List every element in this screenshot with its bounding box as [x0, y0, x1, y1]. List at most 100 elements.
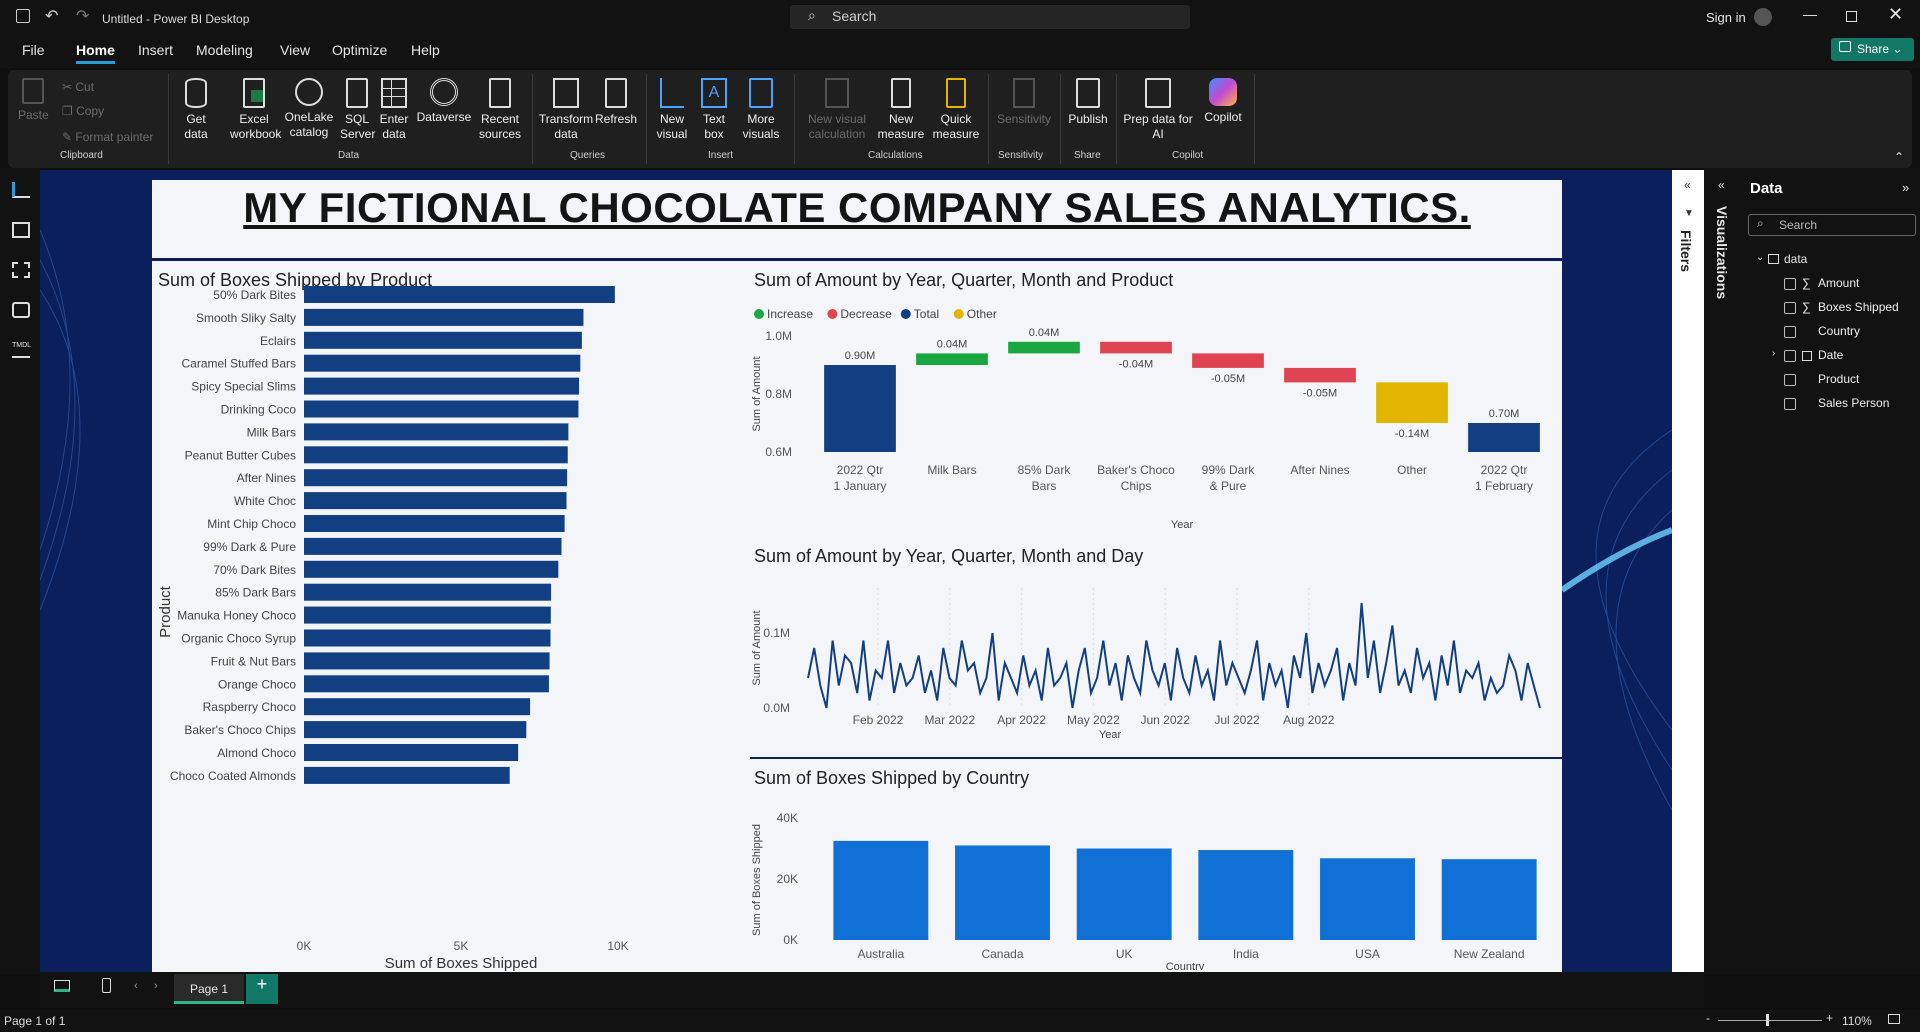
visualizations-pane-collapsed[interactable]: « Visualizations	[1704, 168, 1744, 974]
dax-query-view-icon[interactable]	[12, 302, 30, 318]
transform-label: Transform data	[538, 112, 594, 141]
account-icon[interactable]	[1754, 8, 1772, 26]
save-icon[interactable]	[16, 9, 30, 23]
recent-sources-button[interactable]: Recent sources	[474, 78, 526, 142]
dataverse-button[interactable]: Dataverse	[416, 78, 472, 125]
category-label: 2022 Qtr	[837, 463, 884, 477]
add-page-button[interactable]: +	[246, 974, 278, 1004]
table-view-icon[interactable]	[12, 222, 30, 238]
publish-button[interactable]: Publish	[1066, 78, 1110, 127]
checkbox[interactable]	[1784, 302, 1796, 314]
category-label: Baker's Choco	[1097, 463, 1175, 477]
desktop-layout-icon[interactable]	[54, 980, 70, 992]
checkbox[interactable]	[1784, 326, 1796, 338]
sign-in-link[interactable]: Sign in	[1706, 10, 1746, 25]
tab-help[interactable]: Help	[411, 42, 440, 58]
zoom-level[interactable]: 110%	[1842, 1014, 1872, 1028]
product-bar-chart[interactable]: 50% Dark Bites Smooth Sliky Salty Eclairs C…	[152, 272, 742, 972]
prep-data-for-ai-button[interactable]: Prep data for AI	[1122, 78, 1194, 142]
filters-pane-collapsed[interactable]: « ▼ Filters	[1672, 170, 1704, 974]
redo-icon[interactable]: ↷	[76, 6, 89, 26]
section-divider	[750, 757, 1562, 759]
data-label: 0.04M	[1029, 327, 1060, 339]
page-tab-1[interactable]: Page 1	[174, 974, 244, 1004]
next-page-icon[interactable]: ›	[154, 980, 158, 992]
collapse-data-pane-icon[interactable]: »	[1902, 180, 1909, 195]
waterfall-bar	[1100, 341, 1172, 354]
enter-data-button[interactable]: Enter data	[378, 78, 410, 142]
tab-home[interactable]: Home	[76, 42, 115, 64]
product-bar	[304, 469, 568, 487]
transform-data-button[interactable]: Transform data	[538, 78, 594, 142]
zoom-out-icon[interactable]: -	[1706, 1011, 1710, 1025]
onelake-catalog-button[interactable]: OneLake catalog	[284, 78, 334, 140]
fit-to-page-icon[interactable]	[1888, 1014, 1900, 1024]
expand-date-chevron-icon[interactable]: ›	[1772, 348, 1775, 359]
new-visual-button[interactable]: New visual	[654, 78, 690, 142]
undo-icon[interactable]: ↶	[45, 6, 58, 26]
table-icon	[1768, 254, 1779, 264]
copy-button[interactable]: ❐ Copy	[62, 104, 104, 119]
product-bar	[304, 331, 582, 349]
table-data[interactable]: data	[1784, 252, 1807, 266]
collapse-ribbon-icon[interactable]: ⌃	[1894, 150, 1904, 164]
expand-visualizations-icon[interactable]: «	[1718, 178, 1725, 192]
country-bar-chart[interactable]: 0K 20K 40K Australia Canada UK India USA New Zea…	[750, 790, 1558, 970]
excel-workbook-button[interactable]: Excel workbook	[230, 78, 281, 142]
new-measure-button[interactable]: New measure	[876, 78, 926, 142]
data-search-input[interactable]: ⌕ Search	[1748, 214, 1916, 236]
checkbox[interactable]	[1784, 278, 1796, 290]
product-bar	[304, 744, 519, 761]
tab-modeling[interactable]: Modeling	[196, 42, 253, 58]
tab-file[interactable]: File	[22, 42, 45, 58]
format-painter-icon: ✎	[62, 130, 76, 144]
field-label: Boxes Shipped	[1818, 300, 1899, 314]
checkbox[interactable]	[1784, 350, 1796, 362]
text-box-button[interactable]: A Text box	[698, 78, 730, 142]
expand-table-chevron-icon[interactable]: ⌄	[1756, 252, 1764, 263]
new-visual-calculation-button[interactable]: New visual calculation	[804, 78, 870, 142]
share-button[interactable]: Share ⌄	[1831, 38, 1914, 61]
mobile-layout-icon[interactable]	[102, 978, 111, 993]
country-bar	[1076, 848, 1172, 940]
product-label: Orange Choco	[218, 677, 296, 691]
paste-button[interactable]: Paste	[18, 78, 49, 123]
sensitivity-icon	[1013, 78, 1035, 108]
model-view-icon[interactable]	[12, 262, 30, 278]
zoom-slider-thumb[interactable]	[1766, 1014, 1769, 1026]
format-painter-button[interactable]: ✎ Format painter	[62, 130, 153, 145]
copilot-button[interactable]: Copilot	[1198, 78, 1248, 125]
product-bar	[304, 766, 510, 784]
line-chart[interactable]: 0.0M 0.1M Feb 2022 Mar 2022 Apr 2022 May 2022…	[750, 568, 1558, 738]
tab-optimize[interactable]: Optimize	[332, 42, 387, 58]
tab-insert[interactable]: Insert	[138, 42, 173, 58]
search-input[interactable]: ⌕ Search	[790, 5, 1190, 29]
sensitivity-button[interactable]: Sensitivity	[994, 78, 1054, 127]
get-data-button[interactable]: Get data	[178, 78, 214, 142]
zoom-slider[interactable]	[1718, 1020, 1822, 1021]
checkbox[interactable]	[1784, 374, 1796, 386]
title-divider	[152, 258, 1562, 261]
product-bar	[304, 583, 552, 601]
quick-measure-label: Quick measure	[932, 112, 980, 141]
report-view-icon[interactable]	[12, 182, 30, 198]
country-label: UK	[1116, 947, 1133, 961]
checkbox[interactable]	[1784, 398, 1796, 410]
more-visuals-button[interactable]: More visuals	[738, 78, 784, 142]
tmdl-view-icon[interactable]: TMDL	[12, 342, 31, 358]
expand-filters-icon[interactable]: «	[1684, 178, 1691, 192]
close-icon[interactable]: ✕	[1888, 4, 1903, 25]
restore-icon[interactable]	[1846, 11, 1857, 22]
minimize-icon[interactable]: —	[1803, 6, 1817, 22]
previous-page-icon[interactable]: ‹	[134, 980, 138, 992]
waterfall-chart[interactable]: Increase Decrease Total Other 0.6M 0.8M 1.0M 0.…	[750, 292, 1558, 536]
cut-button[interactable]: ✂ Cut	[62, 80, 94, 95]
y-axis-title: Sum of Amount	[751, 356, 763, 431]
product-label: 85% Dark Bars	[215, 586, 296, 600]
refresh-button[interactable]: Refresh	[594, 78, 638, 127]
line-chart-title: Sum of Amount by Year, Quarter, Month an…	[754, 546, 1144, 566]
zoom-in-icon[interactable]: +	[1826, 1011, 1833, 1025]
quick-measure-button[interactable]: Quick measure	[932, 78, 980, 142]
sql-server-button[interactable]: SQL Server	[340, 78, 375, 142]
tab-view[interactable]: View	[280, 42, 310, 58]
